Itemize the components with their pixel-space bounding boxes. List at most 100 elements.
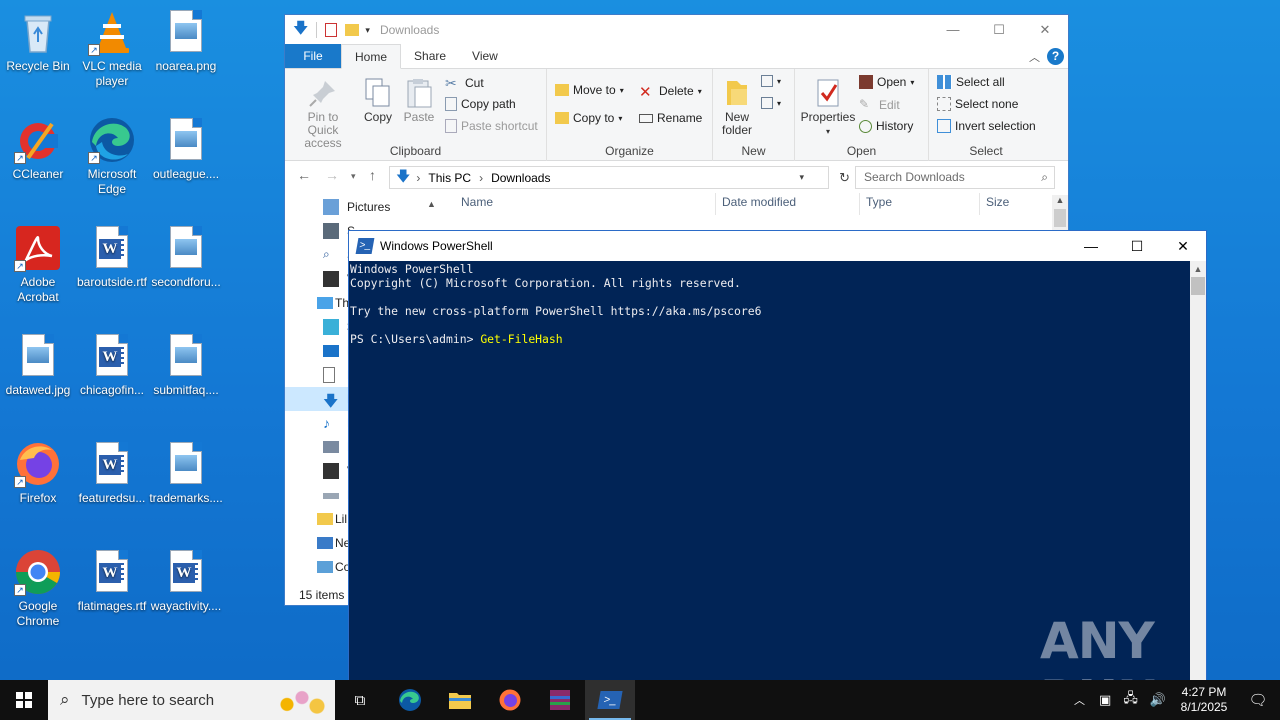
desktop-icon-datawed[interactable]: datawed.jpg [0, 332, 76, 398]
desktop-icon-vlc[interactable]: ↗ VLC media player [74, 8, 150, 89]
desktop-icon-chicagofin[interactable]: W chicagofin... [74, 332, 150, 398]
rename-button[interactable]: Rename [639, 111, 702, 125]
pin-quick-access-button[interactable]: Pin to Quick access [291, 77, 355, 150]
libraries-icon [317, 513, 333, 525]
network-icon[interactable]: 🖧 [1123, 689, 1138, 711]
desktop-icon-baroutside[interactable]: W baroutside.rtf [74, 224, 150, 290]
desktop-icon-submitfaq[interactable]: submitfaq.... [148, 332, 224, 398]
network-icon [317, 537, 333, 549]
quick-access-down-icon[interactable]: 🡇 [293, 18, 308, 43]
desktop-icon-noarea[interactable]: noarea.png [148, 8, 224, 74]
customize-toolbar-icon[interactable]: ▾ [365, 25, 370, 36]
shortcut-arrow-icon: ↗ [88, 44, 100, 56]
taskbar-edge[interactable] [385, 680, 435, 720]
nav-item[interactable]: Pictures [285, 195, 445, 219]
taskbar-search-box[interactable]: ⌕ Type here to search [48, 680, 335, 720]
explorer-titlebar[interactable]: 🡇 ▾ Downloads — ☐ ✕ [285, 15, 1068, 45]
properties-small-icon[interactable] [325, 23, 338, 37]
history-button[interactable]: History [859, 119, 913, 133]
search-input[interactable]: Search Downloads ⌕ [855, 166, 1055, 189]
taskbar-file-explorer[interactable] [435, 680, 485, 720]
breadcrumb-this-pc[interactable]: This PC [428, 171, 471, 185]
maximize-button[interactable]: ☐ [976, 15, 1022, 45]
clock[interactable]: 4:27 PM 8/1/2025 [1172, 685, 1236, 715]
notification-icon[interactable]: 🗨 [1236, 691, 1280, 709]
move-to-button[interactable]: Move to ▾ [555, 83, 624, 97]
edit-button[interactable]: ✎ Edit [859, 97, 900, 113]
copy-to-button[interactable]: Copy to ▾ [555, 111, 622, 125]
recent-locations-icon[interactable]: ▾ [351, 171, 356, 182]
desktop-icon-acrobat[interactable]: ↗ Adobe Acrobat [0, 224, 76, 305]
saved-games-icon [323, 223, 339, 239]
device-icon[interactable]: ▣ [1099, 692, 1111, 708]
tab-view[interactable]: View [459, 44, 511, 68]
copy-path-button[interactable]: Copy path [445, 97, 516, 111]
tab-home[interactable]: Home [341, 44, 402, 69]
refresh-icon[interactable]: ↻ [839, 170, 850, 186]
up-arrow-icon[interactable]: ↑ [369, 167, 376, 183]
column-header-size[interactable]: Size [986, 195, 1009, 209]
new-item-button[interactable]: ▾ [761, 75, 781, 87]
music-icon: ♪ [323, 415, 330, 431]
taskbar-firefox[interactable] [485, 680, 535, 720]
scroll-thumb[interactable] [1191, 277, 1205, 295]
desktop-icon-outleague[interactable]: outleague.... [148, 116, 224, 182]
paste-button[interactable]: Paste [399, 77, 439, 124]
tab-share[interactable]: Share [401, 44, 459, 68]
desktop-icon-flatimages[interactable]: W flatimages.rtf [74, 548, 150, 614]
desktop-icon-ccleaner[interactable]: ↗ CCleaner [0, 116, 76, 182]
desktop-icon-edge[interactable]: ↗ Microsoft Edge [74, 116, 150, 197]
collapse-ribbon-icon[interactable]: ︿ [1029, 49, 1040, 65]
breadcrumb-downloads[interactable]: Downloads [491, 171, 550, 185]
properties-button[interactable]: Properties ▾ [799, 77, 857, 138]
new-folder-button[interactable]: New folder [717, 77, 757, 137]
start-button[interactable] [0, 680, 48, 720]
column-header-name[interactable]: Name [461, 195, 493, 209]
easy-access-button[interactable]: ▾ [761, 97, 781, 109]
column-header-date[interactable]: Date modified [722, 195, 796, 209]
desktop-icon-recycle-bin[interactable]: Recycle Bin [0, 8, 76, 74]
task-view-button[interactable]: ⧉ [335, 680, 385, 720]
help-icon[interactable]: ? [1047, 48, 1064, 65]
minimize-button[interactable]: — [930, 15, 976, 45]
open-button[interactable]: Open ▾ [859, 75, 914, 89]
scroll-up-icon[interactable]: ▲ [1052, 195, 1068, 205]
back-arrow-icon[interactable]: ← [297, 167, 311, 183]
copy-button[interactable]: Copy [359, 77, 397, 124]
invert-selection-button[interactable]: Invert selection [937, 119, 1036, 133]
forward-arrow-icon[interactable]: → [325, 167, 339, 183]
desktop-icon-trademarks[interactable]: trademarks.... [148, 440, 224, 506]
address-dropdown-icon[interactable]: ▾ [799, 172, 804, 183]
powershell-titlebar[interactable]: >_ Windows PowerShell — ☐ ✕ [349, 231, 1206, 261]
volume-icon[interactable]: 🔊 [1150, 692, 1166, 708]
select-none-button[interactable]: Select none [937, 97, 1018, 111]
image-file-icon [162, 8, 210, 56]
taskbar-winrar[interactable] [535, 680, 585, 720]
desktop-icon-secondforu[interactable]: secondforu... [148, 224, 224, 290]
close-button[interactable]: ✕ [1022, 15, 1068, 45]
window-controls: — ☐ ✕ [930, 15, 1068, 45]
powershell-icon: >_ [597, 691, 623, 709]
show-hidden-icons-chevron-icon[interactable]: ︿ [1074, 692, 1085, 708]
scroll-thumb[interactable] [1054, 209, 1066, 227]
scroll-up-icon[interactable]: ▲ [1190, 261, 1206, 277]
desktop-icon-wayactivity[interactable]: W wayactivity.... [148, 548, 224, 614]
desktop-icon-chrome[interactable]: ↗ Google Chrome [0, 548, 76, 629]
desktop-icon-firefox[interactable]: ↗ Firefox [0, 440, 76, 506]
nav-pane-scroll-up-icon[interactable]: ▲ [427, 199, 436, 209]
select-all-button[interactable]: Select all [937, 75, 1005, 89]
desktop-icon-featuredsu[interactable]: W featuredsu... [74, 440, 150, 506]
minimize-button[interactable]: — [1068, 231, 1114, 261]
delete-button[interactable]: ✕ Delete ▾ [639, 83, 702, 101]
history-icon [859, 119, 872, 133]
tab-file[interactable]: File [285, 44, 341, 68]
paste-shortcut-button[interactable]: Paste shortcut [445, 119, 538, 133]
close-button[interactable]: ✕ [1160, 231, 1206, 261]
folder-small-icon[interactable] [345, 24, 360, 36]
address-bar[interactable]: 🡇 › This PC › Downloads ▾ ↻ [389, 166, 850, 189]
maximize-button[interactable]: ☐ [1114, 231, 1160, 261]
column-header-type[interactable]: Type [866, 195, 892, 209]
shortcut-arrow-icon: ↗ [14, 584, 26, 596]
taskbar-powershell[interactable]: >_ [585, 680, 635, 720]
cut-button[interactable]: ✂ Cut [445, 75, 484, 91]
